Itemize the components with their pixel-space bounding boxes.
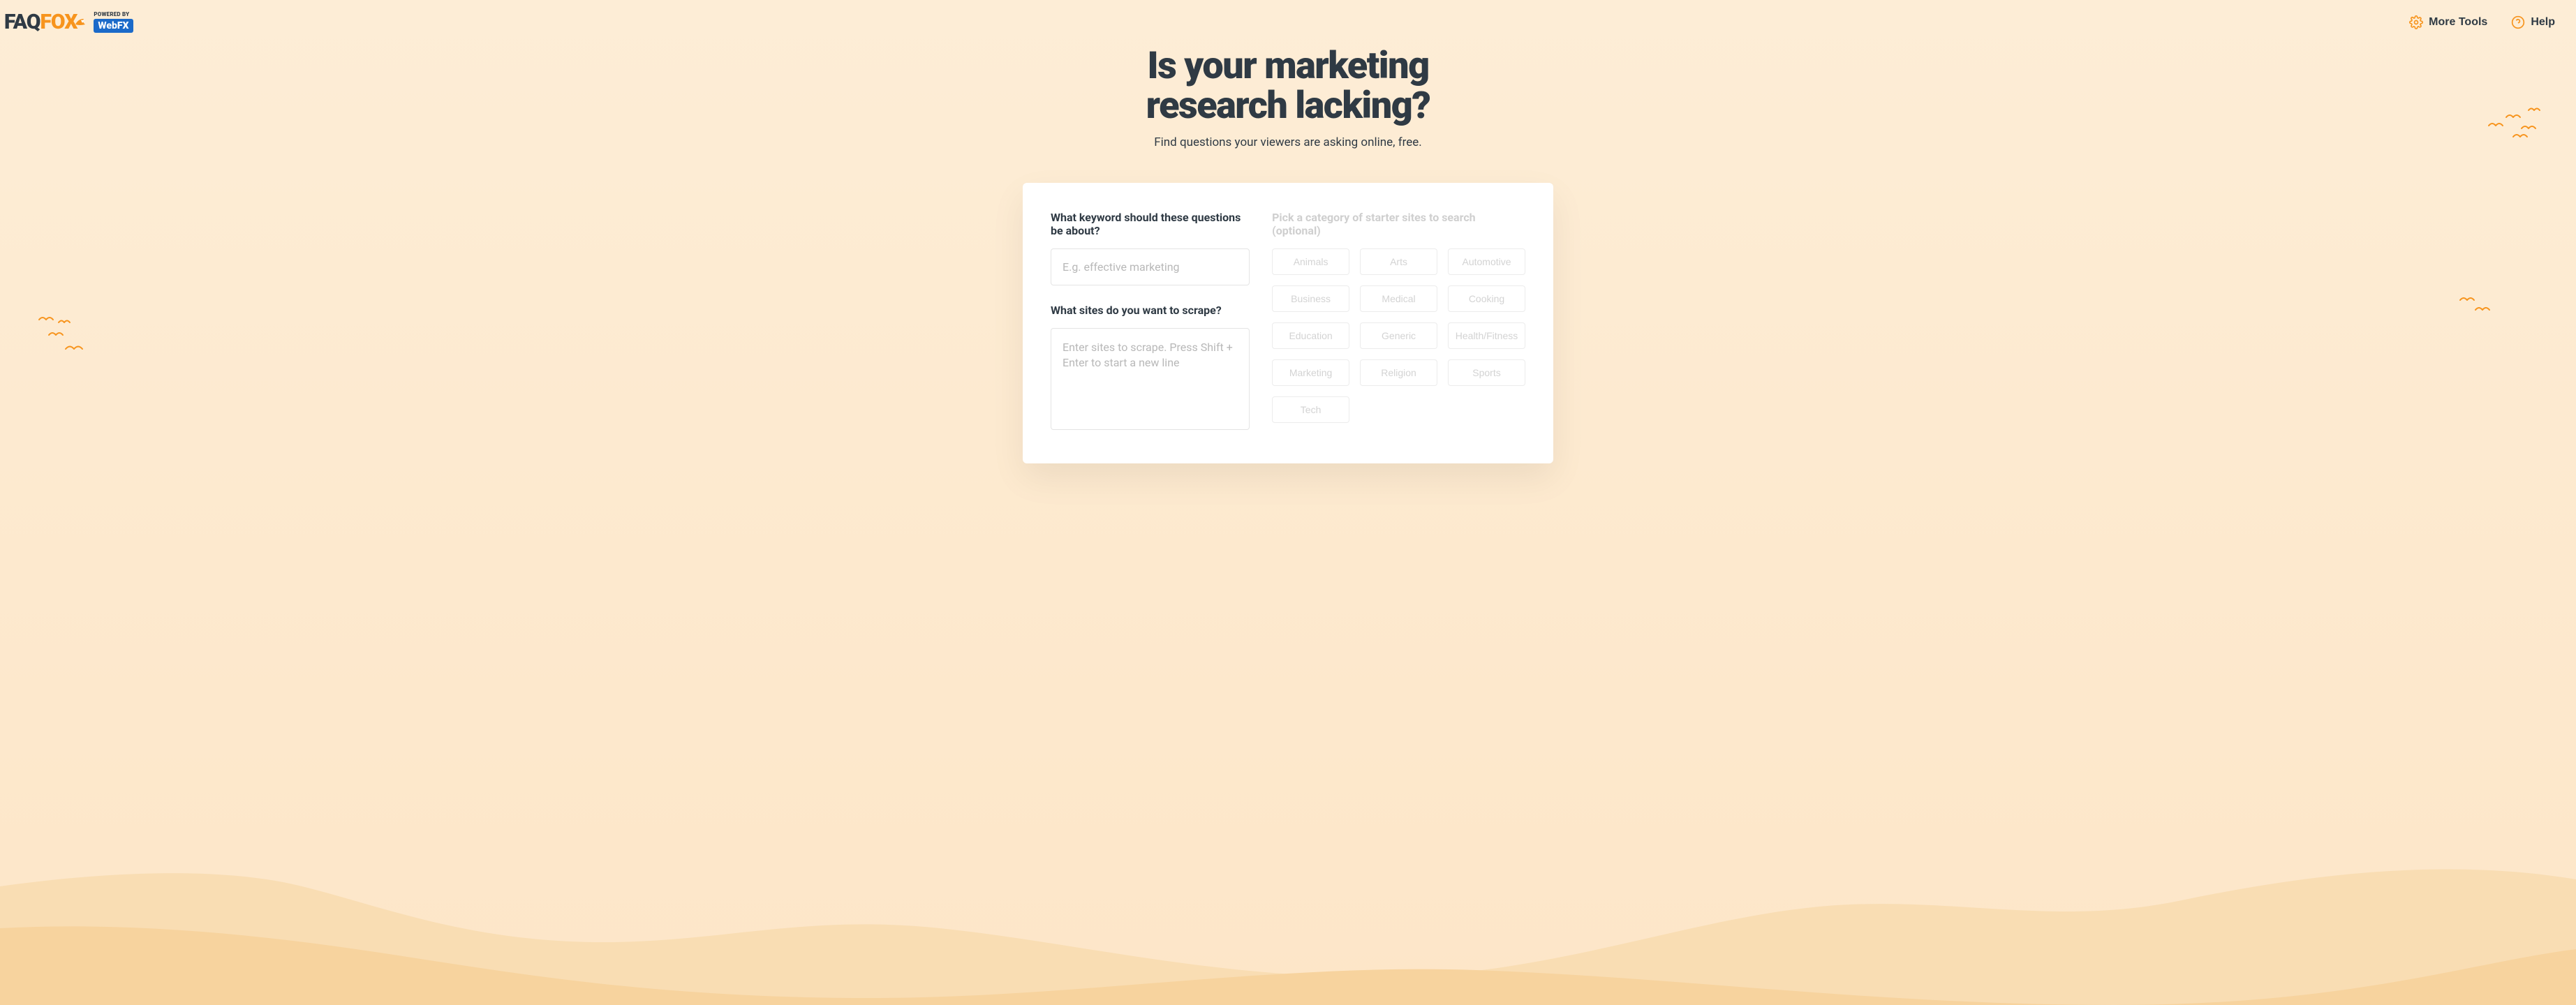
category-button[interactable]: Animals	[1272, 248, 1349, 275]
sites-textarea[interactable]	[1051, 328, 1250, 430]
sites-label: What sites do you want to scrape?	[1051, 304, 1250, 317]
header-actions: More Tools Help	[2409, 15, 2555, 29]
category-button[interactable]: Sports	[1448, 359, 1525, 386]
more-tools-button[interactable]: More Tools	[2409, 15, 2487, 29]
help-label: Help	[2531, 16, 2555, 29]
category-label: Pick a category of starter sites to sear…	[1272, 211, 1525, 237]
page-subtitle: Find questions your viewers are asking o…	[0, 135, 2576, 149]
header: FAQ FOX POWERED BY WebFX More Tools	[0, 0, 2576, 34]
form-right-column: Pick a category of starter sites to sear…	[1272, 211, 1525, 433]
gear-icon	[2409, 15, 2423, 29]
category-button[interactable]: Education	[1272, 322, 1349, 349]
webfx-badge: WebFX	[94, 19, 133, 33]
category-button[interactable]: Health/Fitness	[1448, 322, 1525, 349]
category-button[interactable]: Arts	[1360, 248, 1437, 275]
category-button[interactable]: Cooking	[1448, 285, 1525, 312]
birds-icon	[35, 314, 98, 363]
logo-text-faq: FAQ	[4, 10, 40, 34]
hero: Is your marketing research lacking? Find…	[0, 47, 2576, 149]
powered-by-label: POWERED BY	[94, 11, 129, 17]
more-tools-label: More Tools	[2429, 16, 2487, 29]
keyword-label: What keyword should these questions be a…	[1051, 211, 1250, 237]
form-card: What keyword should these questions be a…	[1023, 183, 1553, 463]
faqfox-logo: FAQ FOX	[4, 10, 84, 34]
logo[interactable]: FAQ FOX POWERED BY WebFX	[4, 10, 133, 34]
category-button[interactable]: Medical	[1360, 285, 1437, 312]
keyword-input[interactable]	[1051, 248, 1250, 285]
category-button[interactable]: Automotive	[1448, 248, 1525, 275]
category-button[interactable]: Marketing	[1272, 359, 1349, 386]
fox-tail-icon	[75, 7, 85, 31]
background-scene	[0, 0, 2576, 1005]
logo-text-fox: FOX	[40, 10, 84, 34]
category-button[interactable]: Business	[1272, 285, 1349, 312]
page-title: Is your marketing research lacking?	[0, 47, 2576, 126]
help-button[interactable]: Help	[2511, 15, 2555, 29]
category-button[interactable]: Religion	[1360, 359, 1437, 386]
birds-icon	[2457, 293, 2499, 321]
background-hills	[0, 824, 2576, 1005]
powered-by: POWERED BY WebFX	[94, 11, 133, 33]
help-icon	[2511, 15, 2525, 29]
category-grid: Animals Arts Automotive Business Medical Cook…	[1272, 248, 1525, 423]
form-left-column: What keyword should these questions be a…	[1051, 211, 1250, 433]
category-button[interactable]: Tech	[1272, 396, 1349, 423]
category-button[interactable]: Generic	[1360, 322, 1437, 349]
